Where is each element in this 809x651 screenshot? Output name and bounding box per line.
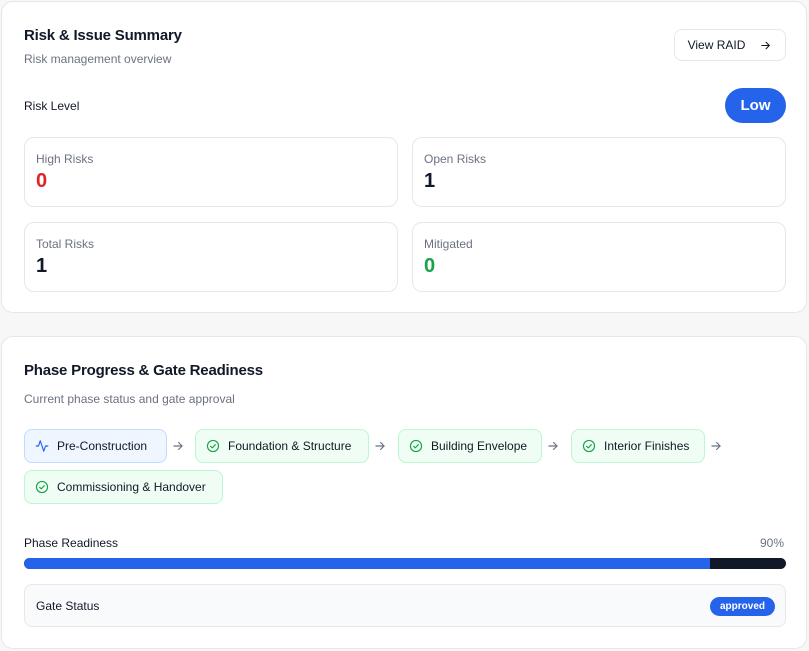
arrow-right-icon: [375, 441, 385, 451]
stat-label: Open Risks: [424, 152, 487, 166]
stat-label: Total Risks: [36, 237, 95, 251]
phase-readiness-value: 90%: [759, 536, 784, 550]
phase-readiness-fill: [24, 558, 710, 569]
activity-icon: [35, 440, 49, 452]
risk-summary-subtitle: Risk management overview: [24, 52, 172, 66]
view-raid-label: View RAID: [687, 38, 746, 52]
phase-readiness-label: Phase Readiness: [24, 536, 119, 550]
check-circle-icon: [409, 439, 423, 453]
view-raid-button[interactable]: View RAID: [674, 29, 786, 61]
risk-summary-card: Risk & Issue Summary Risk management ove…: [1, 1, 807, 313]
risk-summary-title: Risk & Issue Summary: [24, 27, 182, 44]
phase-label: Pre-Construction: [57, 439, 148, 453]
phase-readiness-bar: [24, 558, 786, 569]
check-circle-icon: [206, 439, 220, 453]
arrow-right-icon: [548, 441, 558, 451]
phase-progress-card: Phase Progress & Gate Readiness Current …: [1, 336, 807, 649]
phase-chip-pre-construction[interactable]: Pre-Construction: [24, 429, 167, 463]
stat-total-risks: Total Risks 1: [24, 222, 398, 292]
arrow-right-icon: [711, 441, 721, 451]
phase-label: Commissioning & Handover: [57, 480, 206, 494]
stat-label: Mitigated: [424, 237, 473, 251]
stat-value: 0: [36, 170, 48, 192]
phase-progress-title: Phase Progress & Gate Readiness: [24, 362, 263, 379]
phase-label: Foundation & Structure: [228, 439, 352, 453]
phase-chip-foundation-structure[interactable]: Foundation & Structure: [195, 429, 369, 463]
phase-label: Building Envelope: [431, 439, 528, 453]
gate-status-row: Gate Status approved: [24, 584, 786, 627]
phase-chip-building-envelope[interactable]: Building Envelope: [398, 429, 542, 463]
phase-chip-interior-finishes[interactable]: Interior Finishes: [571, 429, 705, 463]
check-circle-icon: [35, 480, 49, 494]
stat-value: 0: [424, 255, 436, 277]
risk-level-badge: Low: [725, 88, 786, 123]
phase-progress-subtitle: Current phase status and gate approval: [24, 392, 235, 406]
stat-open-risks: Open Risks 1: [412, 137, 786, 207]
arrow-right-icon: [761, 41, 771, 49]
phase-label: Interior Finishes: [604, 439, 690, 453]
stat-value: 1: [36, 255, 48, 277]
gate-status-label: Gate Status: [36, 599, 100, 613]
risk-level-label: Risk Level: [24, 99, 80, 113]
stat-high-risks: High Risks 0: [24, 137, 398, 207]
phase-chip-commissioning-handover[interactable]: Commissioning & Handover: [24, 470, 223, 504]
check-circle-icon: [582, 439, 596, 453]
stat-label: High Risks: [36, 152, 94, 166]
arrow-right-icon: [173, 441, 183, 451]
stat-mitigated: Mitigated 0: [412, 222, 786, 292]
gate-status-badge: approved: [709, 597, 775, 616]
stat-value: 1: [424, 170, 436, 192]
